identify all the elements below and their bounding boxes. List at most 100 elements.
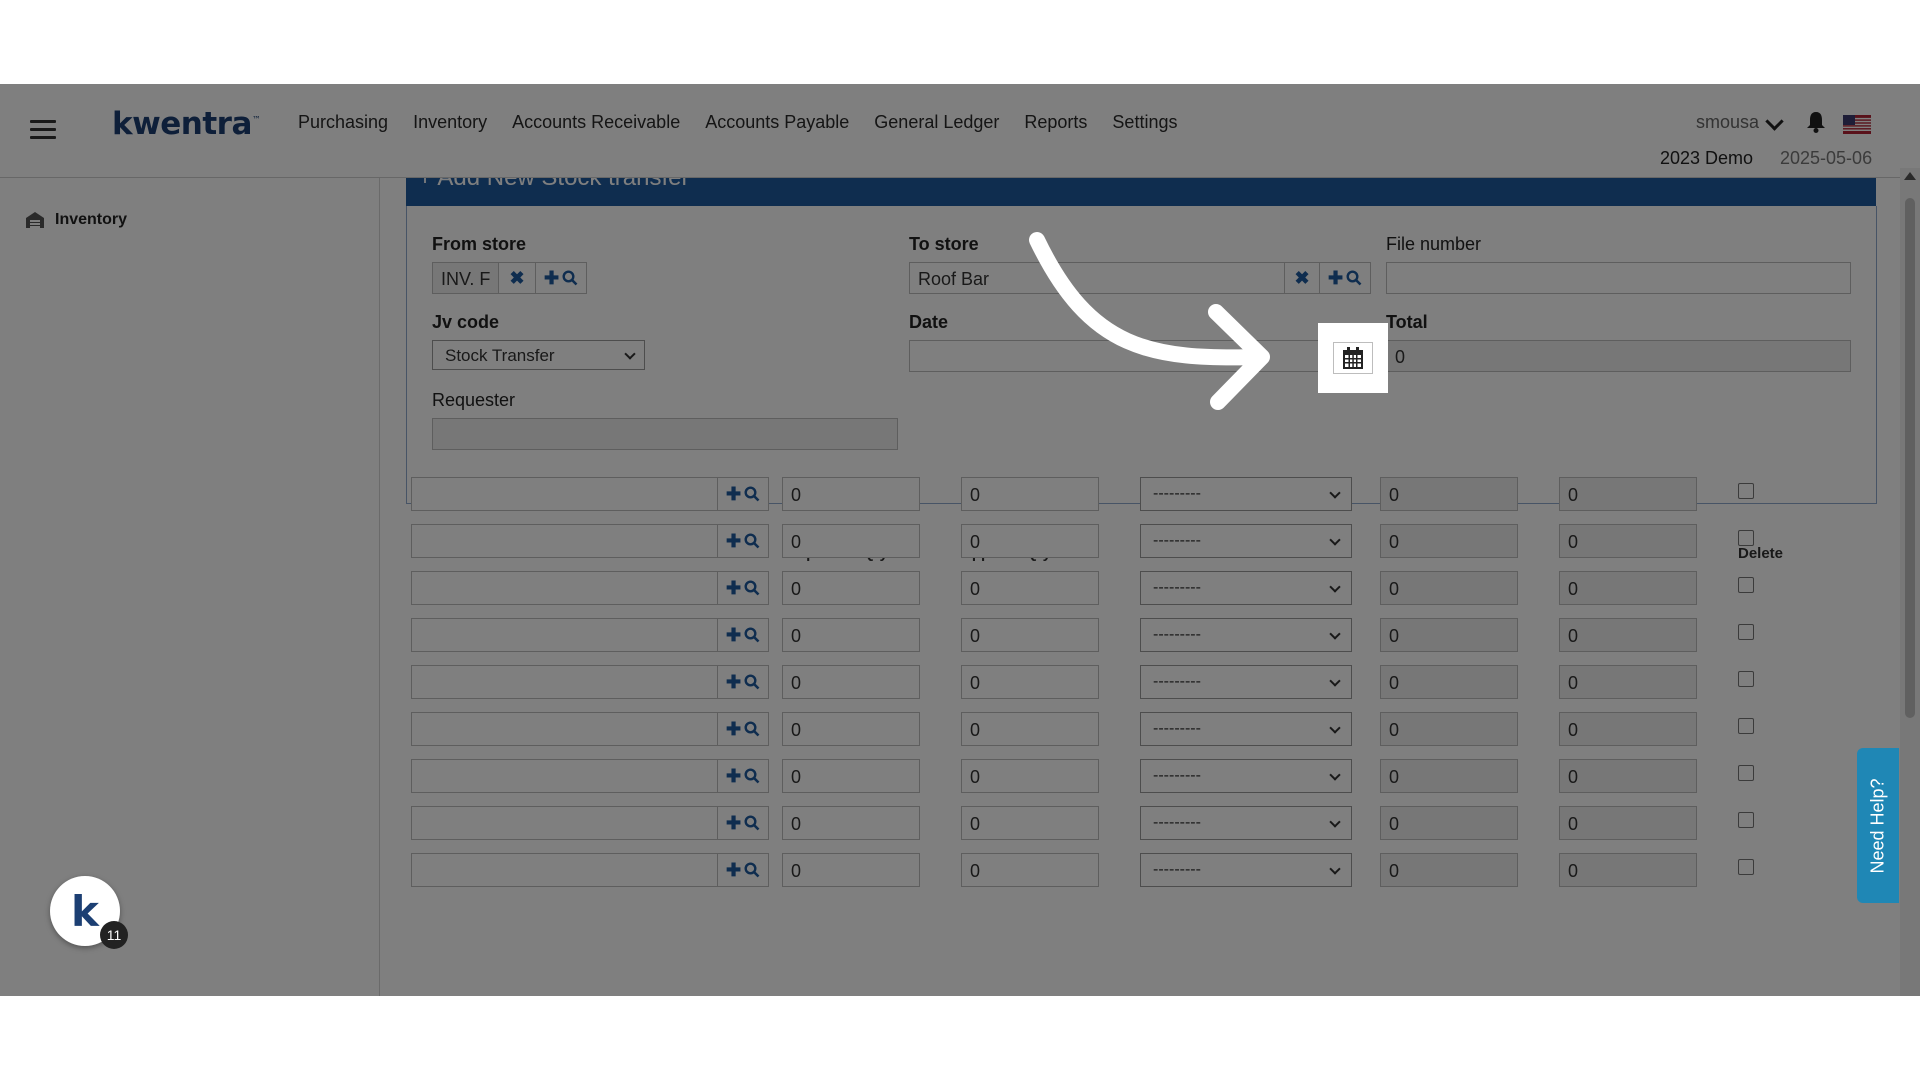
jv-code-select[interactable]: Stock Transfer	[432, 340, 645, 370]
requested-qty-input[interactable]: 0	[782, 524, 920, 558]
add-search-item-button[interactable]: ✚	[717, 853, 769, 887]
value-field: 0	[1380, 759, 1518, 793]
nav-accounts-payable[interactable]: Accounts Payable	[705, 112, 849, 133]
bell-icon[interactable]	[1806, 111, 1826, 138]
delete-checkbox[interactable]	[1738, 812, 1754, 828]
item-input[interactable]	[411, 712, 718, 746]
add-search-item-button[interactable]: ✚	[717, 665, 769, 699]
kwentra-logo[interactable]: kwentra™	[112, 106, 261, 142]
available-field: 0	[1559, 524, 1697, 558]
approve-qty-input[interactable]: 0	[961, 618, 1099, 652]
value-field: 0	[1380, 477, 1518, 511]
unit-select[interactable]: ---------	[1140, 759, 1352, 793]
chevron-down-icon[interactable]	[1765, 112, 1784, 131]
delete-checkbox[interactable]	[1738, 765, 1754, 781]
approve-qty-input[interactable]: 0	[961, 712, 1099, 746]
item-input[interactable]	[411, 571, 718, 605]
nav-reports[interactable]: Reports	[1024, 112, 1087, 133]
delete-checkbox[interactable]	[1738, 859, 1754, 875]
add-search-item-button[interactable]: ✚	[717, 712, 769, 746]
add-search-item-button[interactable]: ✚	[717, 806, 769, 840]
unit-value: ---------	[1153, 626, 1201, 643]
pointer-arrow-icon	[1029, 232, 1270, 410]
requested-qty-input[interactable]: 0	[782, 665, 920, 699]
approve-qty-input[interactable]: 0	[961, 806, 1099, 840]
add-search-item-button[interactable]: ✚	[717, 759, 769, 793]
item-input[interactable]	[411, 853, 718, 887]
calendar-button[interactable]	[1318, 323, 1388, 393]
scrollbar-thumb[interactable]	[1905, 198, 1915, 718]
delete-checkbox[interactable]	[1738, 624, 1754, 640]
from-store-field[interactable]: INV. F	[432, 262, 499, 294]
total-field: 0	[1386, 340, 1851, 372]
approve-qty-input[interactable]: 0	[961, 759, 1099, 793]
unit-select[interactable]: ---------	[1140, 806, 1352, 840]
item-input[interactable]	[411, 665, 718, 699]
page-scrollbar[interactable]	[1900, 168, 1920, 996]
requested-qty-input[interactable]: 0	[782, 806, 920, 840]
plus-icon: ✚	[725, 483, 742, 504]
close-icon[interactable]: ✖	[498, 262, 536, 294]
hamburger-icon[interactable]	[30, 120, 56, 140]
need-help-tab[interactable]: Need Help?	[1857, 748, 1899, 903]
requested-qty-input[interactable]: 0	[782, 853, 920, 887]
file-number-field[interactable]	[1386, 262, 1851, 294]
nav-inventory[interactable]: Inventory	[413, 112, 487, 133]
item-input[interactable]	[411, 759, 718, 793]
requester-label: Requester	[432, 390, 516, 410]
value-field: 0	[1380, 712, 1518, 746]
unit-select[interactable]: ---------	[1140, 524, 1352, 558]
plus-icon: ✚	[725, 624, 742, 645]
delete-checkbox[interactable]	[1738, 577, 1754, 593]
requester-field[interactable]	[432, 418, 898, 450]
requested-qty-input[interactable]: 0	[782, 712, 920, 746]
item-input[interactable]	[411, 618, 718, 652]
requested-qty-input[interactable]: 0	[782, 759, 920, 793]
user-menu[interactable]: smousa	[1696, 112, 1759, 133]
unit-value: ---------	[1153, 673, 1201, 690]
requested-qty-input[interactable]: 0	[782, 477, 920, 511]
table-row: ✚ 0 0 --------- 0 0	[380, 806, 1900, 840]
search-icon	[744, 627, 760, 643]
from-store-label: From store	[432, 234, 527, 254]
nav-accounts-receivable[interactable]: Accounts Receivable	[512, 112, 680, 133]
approve-qty-input[interactable]: 0	[961, 477, 1099, 511]
add-search-item-button[interactable]: ✚	[717, 571, 769, 605]
unit-select[interactable]: ---------	[1140, 477, 1352, 511]
unit-select[interactable]: ---------	[1140, 712, 1352, 746]
unit-select[interactable]: ---------	[1140, 618, 1352, 652]
nav-general-ledger[interactable]: General Ledger	[874, 112, 999, 133]
add-search-button[interactable]: ✚	[1319, 262, 1371, 294]
approve-qty-input[interactable]: 0	[961, 665, 1099, 699]
nav-settings[interactable]: Settings	[1112, 112, 1177, 133]
add-search-button[interactable]: ✚	[535, 262, 587, 294]
unit-select[interactable]: ---------	[1140, 853, 1352, 887]
nav-purchasing[interactable]: Purchasing	[298, 112, 388, 133]
us-flag-icon[interactable]	[1843, 115, 1871, 134]
plus-icon: ✚	[725, 765, 742, 786]
item-input[interactable]	[411, 806, 718, 840]
delete-checkbox[interactable]	[1738, 530, 1754, 546]
unit-select[interactable]: ---------	[1140, 665, 1352, 699]
delete-checkbox[interactable]	[1738, 483, 1754, 499]
requested-qty-input[interactable]: 0	[782, 618, 920, 652]
add-search-item-button[interactable]: ✚	[717, 618, 769, 652]
item-input[interactable]	[411, 524, 718, 558]
table-row: ✚ 0 0 --------- 0 0	[380, 477, 1900, 511]
approve-qty-input[interactable]: 0	[961, 524, 1099, 558]
item-input[interactable]	[411, 477, 718, 511]
sidebar-item-inventory[interactable]: Inventory	[25, 211, 127, 229]
delete-checkbox[interactable]	[1738, 671, 1754, 687]
available-field: 0	[1559, 665, 1697, 699]
plus-icon: ✚	[725, 859, 742, 880]
add-search-item-button[interactable]: ✚	[717, 524, 769, 558]
scroll-up-icon[interactable]	[1904, 172, 1916, 180]
approve-qty-input[interactable]: 0	[961, 571, 1099, 605]
delete-checkbox[interactable]	[1738, 718, 1754, 734]
requested-qty-input[interactable]: 0	[782, 571, 920, 605]
add-search-item-button[interactable]: ✚	[717, 477, 769, 511]
available-field: 0	[1559, 853, 1697, 887]
approve-qty-input[interactable]: 0	[961, 853, 1099, 887]
available-field: 0	[1559, 806, 1697, 840]
unit-select[interactable]: ---------	[1140, 571, 1352, 605]
